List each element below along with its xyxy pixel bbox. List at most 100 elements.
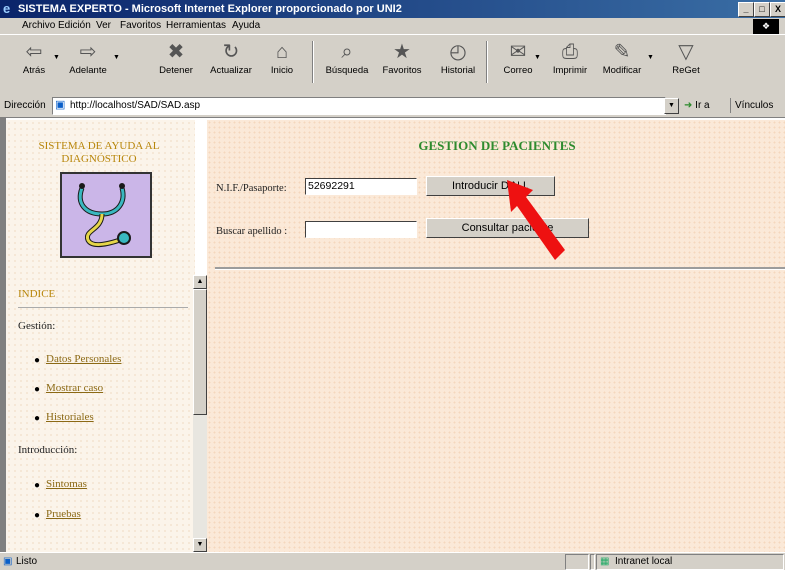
minimize-button[interactable]: _ (738, 2, 754, 17)
nif-input[interactable] (305, 178, 417, 195)
search-button[interactable]: ⌕ Búsqueda (325, 39, 369, 87)
intranet-zone-icon: ▦ (600, 556, 610, 567)
windows-logo-icon: ❖ (753, 19, 779, 34)
favorites-button[interactable]: ★ Favoritos (380, 39, 424, 87)
page-title: GESTION DE PACIENTES (418, 138, 576, 153)
bullet-icon: ● (34, 384, 41, 395)
maximize-button[interactable]: □ (754, 2, 770, 17)
back-dropdown-icon[interactable]: ▼ (53, 54, 60, 61)
toolbar: ⇦ Atrás ▼ ⇨ Adelante ▼ ✖ Detener ↻ Actua… (0, 34, 785, 96)
go-label: Ir a (695, 100, 710, 111)
horizontal-divider (215, 267, 785, 270)
forward-arrow-icon: ⇨ (79, 41, 97, 63)
forward-dropdown-icon[interactable]: ▼ (113, 54, 120, 61)
status-bar: ▣ Listo ▦ Intranet local (0, 552, 785, 570)
menu-ver[interactable]: Ver (96, 20, 111, 31)
go-arrow-icon: ➜ (684, 100, 693, 111)
home-button[interactable]: ⌂ Inicio (260, 39, 304, 87)
home-icon: ⌂ (275, 41, 289, 63)
link-mostrar-caso[interactable]: Mostrar caso (46, 382, 103, 394)
bullet-icon: ● (34, 510, 41, 521)
go-button[interactable]: ➜ Ir a (684, 100, 710, 111)
address-label: Dirección (4, 100, 46, 111)
status-pane (565, 554, 589, 570)
index-divider (18, 307, 188, 308)
scrollbar-thumb[interactable] (193, 289, 207, 415)
menu-favoritos[interactable]: Favoritos (120, 20, 161, 31)
back-arrow-icon: ⇦ (25, 41, 43, 63)
close-button[interactable]: X (770, 2, 785, 17)
page-status-icon: ▣ (3, 556, 13, 567)
links-button[interactable]: Vínculos (730, 98, 785, 113)
link-pruebas[interactable]: Pruebas (46, 508, 81, 520)
red-arrow-annotation-icon (507, 180, 565, 260)
refresh-label: Actualizar (210, 65, 252, 76)
status-pane (590, 554, 595, 570)
stethoscope-logo (60, 172, 152, 258)
bullet-icon: ● (34, 480, 41, 491)
address-bar: Dirección ▣ http://localhost/SAD/SAD.asp… (0, 95, 785, 118)
page-icon: ▣ (55, 99, 66, 111)
menu-ayuda[interactable]: Ayuda (232, 20, 260, 31)
home-label: Inicio (270, 65, 294, 76)
title-bar: e SISTEMA EXPERTO - Microsoft Internet E… (0, 0, 785, 18)
history-label: Historial (440, 65, 476, 76)
edit-icon: ✎ (613, 41, 631, 63)
favorites-icon: ★ (393, 41, 411, 63)
security-zone-text: Intranet local (615, 556, 673, 567)
surname-input[interactable] (305, 221, 417, 238)
reget-icon: ▽ (678, 41, 694, 63)
back-button[interactable]: ⇦ Atrás (12, 39, 56, 87)
address-input[interactable]: ▣ http://localhost/SAD/SAD.asp (52, 97, 666, 115)
bullet-icon: ● (34, 355, 41, 366)
menu-herramientas[interactable]: Herramientas (166, 20, 226, 31)
scroll-up-icon[interactable]: ▲ (193, 275, 207, 289)
stop-icon: ✖ (167, 41, 185, 63)
menu-archivo[interactable]: Archivo (22, 20, 55, 31)
bullet-icon: ● (34, 413, 41, 424)
menu-edicion[interactable]: Edición (58, 20, 91, 31)
back-label: Atrás (22, 65, 46, 76)
nif-label: N.I.F./Pasaporte: (216, 183, 287, 194)
toolbar-separator (486, 41, 488, 83)
print-icon: ⎙ (562, 41, 578, 63)
surname-label: Buscar apellido : (216, 226, 288, 237)
mail-dropdown-icon[interactable]: ▼ (534, 54, 541, 61)
stop-button[interactable]: ✖ Detener (154, 39, 198, 87)
history-button[interactable]: ◴ Historial (436, 39, 480, 87)
menu-bar: Archivo Edición Ver Favoritos Herramient… (0, 18, 785, 34)
sidebar-scrollbar[interactable]: ▲ ▼ (193, 275, 207, 552)
address-url[interactable]: http://localhost/SAD/SAD.asp (70, 100, 200, 111)
mail-label: Correo (503, 65, 533, 76)
print-label: Imprimir (552, 65, 588, 76)
search-label: Búsqueda (325, 65, 369, 76)
edit-button[interactable]: ✎ Modificar (600, 39, 644, 87)
mail-button[interactable]: ✉ Correo (496, 39, 540, 87)
index-title: INDICE (18, 288, 56, 300)
search-icon: ⌕ (341, 41, 353, 63)
window-title: SISTEMA EXPERTO - Microsoft Internet Exp… (18, 3, 402, 15)
refresh-icon: ↻ (222, 41, 240, 63)
section-gestion: Gestión: (18, 320, 56, 332)
reget-button[interactable]: ▽ ReGet (664, 39, 708, 87)
address-dropdown-icon[interactable]: ▼ (664, 98, 679, 114)
reget-label: ReGet (672, 65, 700, 76)
link-historiales[interactable]: Historiales (46, 411, 94, 423)
forward-label: Adelante (69, 65, 107, 76)
main-frame: GESTION DE PACIENTES N.I.F./Pasaporte: I… (207, 120, 785, 552)
scroll-down-icon[interactable]: ▼ (193, 538, 207, 552)
stop-label: Detener (159, 65, 193, 76)
history-icon: ◴ (449, 41, 467, 63)
forward-button[interactable]: ⇨ Adelante (66, 39, 110, 87)
refresh-button[interactable]: ↻ Actualizar (209, 39, 253, 87)
ie-logo-icon: e (3, 1, 11, 16)
print-button[interactable]: ⎙ Imprimir (548, 39, 592, 87)
sidebar-frame: SISTEMA DE AYUDA AL DIAGNÓSTICO INDICE G… (6, 120, 195, 552)
stethoscope-icon (77, 183, 131, 248)
section-introduccion: Introducción: (18, 444, 78, 456)
link-sintomas[interactable]: Sintomas (46, 478, 87, 490)
edit-label: Modificar (602, 65, 642, 76)
link-datos-personales[interactable]: Datos Personales (46, 353, 121, 365)
edit-dropdown-icon[interactable]: ▼ (647, 54, 654, 61)
status-text: Listo (16, 556, 38, 567)
